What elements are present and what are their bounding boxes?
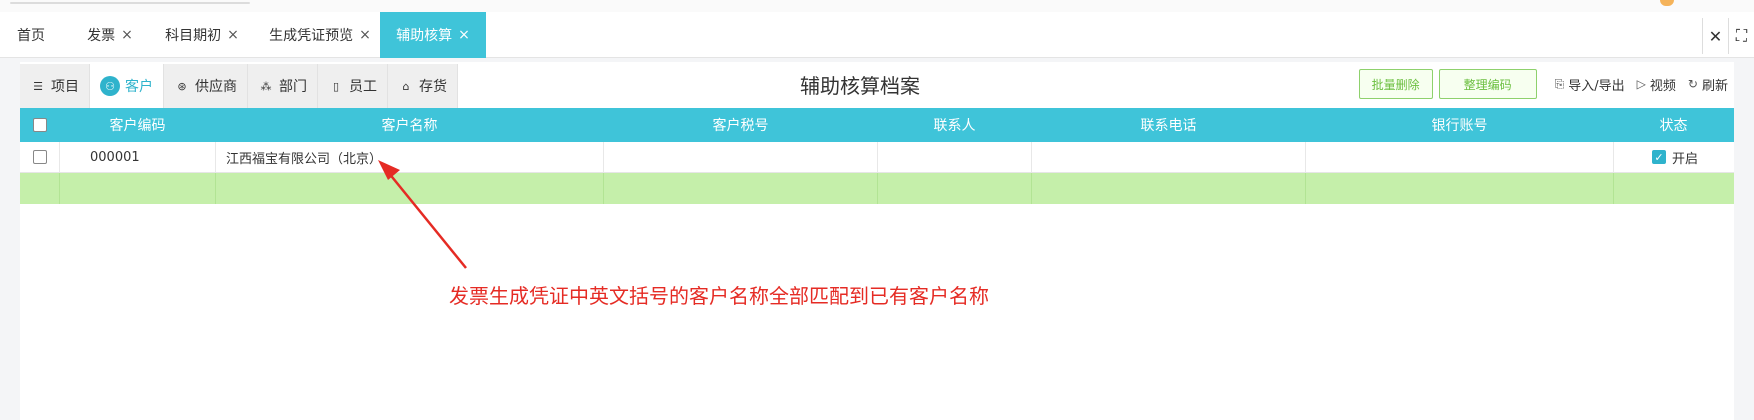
col-header-tax[interactable]: 客户税号 [604,108,878,142]
avatar[interactable] [1660,0,1674,6]
empty-cell[interactable] [604,173,878,204]
toolbar: ☰ 项目 ⚇ 客户 ⊛ 供应商 ⁂ 部门 ▯ 员工 ⌂ 存货 辅助核算档案 批量… [20,62,1734,108]
seg-tab-label: 存货 [419,79,447,95]
batch-delete-button[interactable]: 批量删除 [1358,69,1433,99]
play-icon: ▷ [1636,77,1646,91]
tab-label: 首页 [17,28,45,44]
cell-status: ✓ 开启 [1614,142,1734,172]
tab-home[interactable]: 首页 [0,12,62,58]
empty-cell[interactable] [878,173,1032,204]
department-icon: ⁂ [260,79,272,93]
cell-tax [604,142,878,172]
archive-panel: ☰ 项目 ⚇ 客户 ⊛ 供应商 ⁂ 部门 ▯ 员工 ⌂ 存货 辅助核算档案 批量… [20,62,1734,420]
table-row[interactable]: 000001 江西福宝有限公司（北京） ✓ 开启 [20,142,1734,173]
refresh-icon: ↻ [1687,77,1698,91]
empty-cell[interactable] [1306,173,1614,204]
seg-tab-employee[interactable]: ▯ 员工 [318,64,388,108]
action-buttons: 批量删除 整理编码 ⎘ 导入/导出 ▷ 视频 ↻ 刷新 [1358,68,1734,100]
tab-voucher-preview[interactable]: 生成凭证预览 × [262,12,378,58]
table-header: 客户编码 客户名称 客户税号 联系人 联系电话 银行账号 状态 [20,108,1734,142]
video-button[interactable]: ▷ 视频 [1637,69,1676,99]
inventory-icon: ⌂ [402,79,410,93]
col-header-code[interactable]: 客户编码 [60,108,216,142]
seg-tab-label: 供应商 [195,79,237,95]
tab-account-opening[interactable]: 科目期初 × [156,12,248,58]
tab-bar: 首页 发票 × 科目期初 × 生成凭证预览 × 辅助核算 × ✕ ⛶ [0,12,1754,58]
row-select-cell [20,142,60,172]
video-label: 视频 [1649,78,1676,94]
seg-tab-inventory[interactable]: ⌂ 存货 [388,64,458,108]
seg-tab-project[interactable]: ☰ 项目 [20,64,90,108]
empty-cell[interactable] [1614,173,1734,204]
customer-table: 客户编码 客户名称 客户税号 联系人 联系电话 银行账号 状态 000001 江… [20,108,1734,204]
select-all-checkbox[interactable] [32,118,47,132]
empty-cell [20,173,60,204]
tab-auxiliary-accounting[interactable]: 辅助核算 × [380,12,486,58]
seg-tab-department[interactable]: ⁂ 部门 [248,64,318,108]
status-checkbox[interactable]: ✓ [1652,150,1666,164]
row-checkbox[interactable] [32,150,47,164]
col-header-name[interactable]: 客户名称 [216,108,604,142]
seg-tab-label: 员工 [349,79,377,95]
annotation-text: 发票生成凭证中英文括号的客户名称全部匹配到已有客户名称 [449,284,989,308]
import-icon: ⎘ [1554,76,1565,91]
employee-icon: ▯ [332,79,340,93]
seg-tab-label: 部门 [279,79,307,95]
cell-code: 000001 [60,142,216,172]
close-icon[interactable]: × [359,27,371,43]
status-label: 开启 [1672,151,1699,167]
refresh-label: 刷新 [1701,78,1728,94]
fullscreen-icon[interactable]: ⛶ [1728,18,1754,54]
tab-label: 科目期初 [165,28,222,44]
empty-cell[interactable] [1032,173,1306,204]
seg-tab-customer[interactable]: ⚇ 客户 [90,64,164,108]
user-icon: ⚇ [100,76,120,96]
tab-label: 生成凭证预览 [269,28,354,44]
close-icon[interactable]: × [121,27,133,43]
scroll-indicator [10,2,250,4]
supplier-icon: ⊛ [177,79,187,93]
close-icon[interactable]: × [458,27,470,43]
import-export-label: 导入/导出 [1568,78,1625,94]
empty-cell[interactable] [216,173,604,204]
col-header-phone[interactable]: 联系电话 [1032,108,1306,142]
tab-label: 发票 [87,28,116,44]
cell-bank [1306,142,1614,172]
select-all-cell [20,108,60,142]
import-export-button[interactable]: ⎘ 导入/导出 [1555,69,1625,99]
category-tabs: ☰ 项目 ⚇ 客户 ⊛ 供应商 ⁂ 部门 ▯ 员工 ⌂ 存货 [20,64,458,108]
close-icon[interactable]: × [227,27,239,43]
col-header-bank[interactable]: 银行账号 [1306,108,1614,142]
tab-tools: ✕ ⛶ [1702,18,1754,54]
cell-phone [1032,142,1306,172]
seg-tab-label: 项目 [51,79,79,95]
seg-tab-label: 客户 [125,79,153,95]
col-header-contact[interactable]: 联系人 [878,108,1032,142]
page-title: 辅助核算档案 [800,74,920,98]
new-row-placeholder[interactable] [20,173,1734,204]
top-strip [0,0,1754,12]
tab-invoice[interactable]: 发票 × [74,12,146,58]
cell-name: 江西福宝有限公司（北京） [216,142,604,172]
seg-tab-supplier[interactable]: ⊛ 供应商 [164,64,248,108]
list-icon: ☰ [33,79,43,93]
empty-cell[interactable] [60,173,216,204]
refresh-button[interactable]: ↻ 刷新 [1688,69,1728,99]
tidy-code-button[interactable]: 整理编码 [1438,69,1537,99]
tab-label: 辅助核算 [396,28,453,44]
col-header-status[interactable]: 状态 [1614,108,1734,142]
close-all-icon[interactable]: ✕ [1702,18,1728,54]
cell-contact [878,142,1032,172]
